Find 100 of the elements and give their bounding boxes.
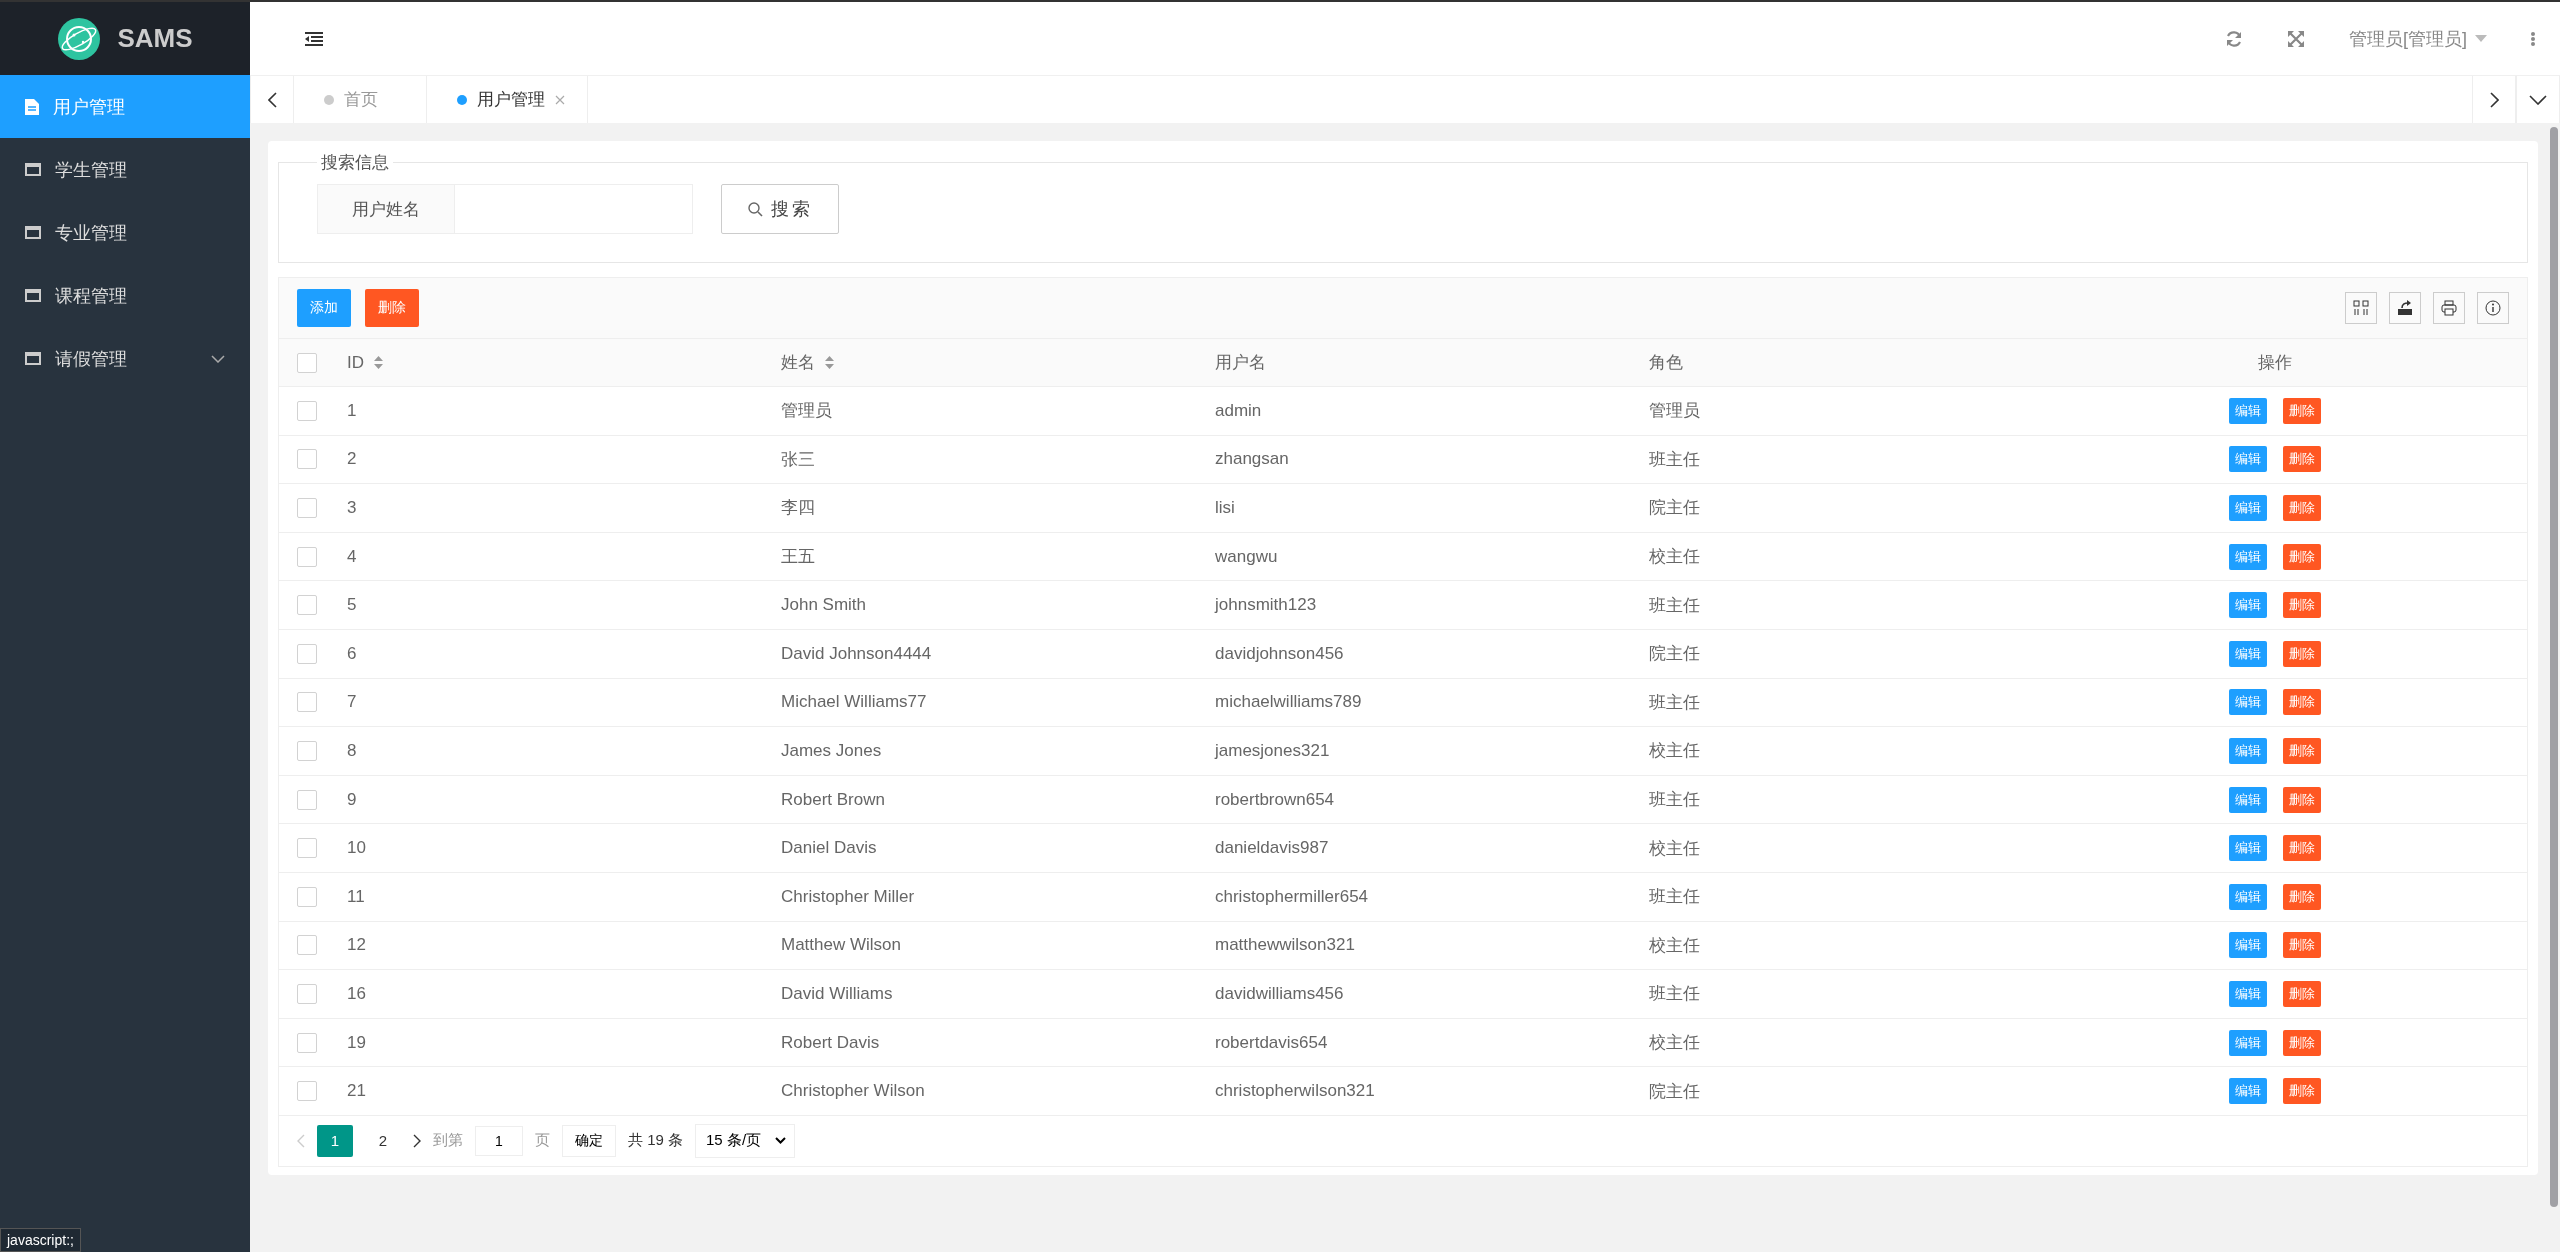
export-button[interactable] bbox=[2389, 292, 2421, 324]
row-checkbox[interactable] bbox=[297, 400, 317, 421]
prev-page-icon[interactable] bbox=[297, 1133, 305, 1148]
edit-button[interactable]: 编辑 bbox=[2229, 592, 2267, 619]
sidebar-item[interactable]: 学生管理 bbox=[0, 138, 250, 201]
table-cell-text: 管理员 bbox=[781, 400, 832, 423]
table-cell-text: 王五 bbox=[781, 546, 815, 569]
print-button[interactable] bbox=[2433, 292, 2465, 324]
window-icon bbox=[25, 226, 41, 239]
delete-button[interactable]: 删除 bbox=[2283, 495, 2321, 521]
table-cell-text: 校主任 bbox=[1649, 934, 1700, 957]
name-search-field[interactable]: 用户姓名 bbox=[317, 184, 693, 234]
table-cell-text: 班主任 bbox=[1649, 983, 1700, 1006]
table-cell-text: 班主任 bbox=[1649, 448, 1700, 471]
page-size-select[interactable]: 15 条/页 bbox=[695, 1123, 796, 1158]
edit-button[interactable]: 编辑 bbox=[2229, 397, 2267, 424]
edit-button[interactable]: 编辑 bbox=[2229, 543, 2267, 570]
delete-button[interactable]: 删除 bbox=[2283, 689, 2321, 716]
row-checkbox[interactable] bbox=[297, 740, 317, 761]
row-checkbox[interactable] bbox=[297, 498, 317, 518]
table-cell: Michael Williams77 bbox=[781, 692, 927, 713]
page-button[interactable]: 1 bbox=[317, 1124, 353, 1157]
delete-button[interactable]: 删除 bbox=[2283, 592, 2321, 619]
edit-button[interactable]: 编辑 bbox=[2229, 980, 2267, 1007]
table-cell: 19 bbox=[347, 1032, 366, 1053]
edit-button[interactable]: 编辑 bbox=[2229, 1078, 2267, 1105]
row-checkbox[interactable] bbox=[297, 886, 317, 907]
column-header[interactable]: ID bbox=[347, 352, 383, 373]
sidebar-item[interactable]: 用户管理 bbox=[0, 75, 250, 138]
window-icon bbox=[25, 163, 41, 176]
sort-icon bbox=[374, 356, 383, 369]
delete-button[interactable]: 删除 bbox=[2283, 1078, 2321, 1105]
delete-button[interactable]: 删除 bbox=[2283, 1029, 2321, 1056]
select-all-checkbox[interactable] bbox=[297, 352, 317, 373]
sidebar-item[interactable]: 请假管理 bbox=[0, 327, 250, 390]
table-cell: 12 bbox=[347, 935, 366, 956]
row-checkbox[interactable] bbox=[297, 595, 317, 616]
edit-button[interactable]: 编辑 bbox=[2229, 446, 2267, 473]
table-cell: 21 bbox=[347, 1081, 366, 1102]
row-checkbox[interactable] bbox=[297, 692, 317, 713]
row-checkbox[interactable] bbox=[297, 643, 317, 664]
delete-button[interactable]: 删除 bbox=[2283, 446, 2321, 473]
edit-button[interactable]: 编辑 bbox=[2229, 495, 2267, 521]
page-button[interactable]: 2 bbox=[365, 1124, 401, 1157]
table-cell: christophermiller654 bbox=[1215, 886, 1369, 907]
delete-button[interactable]: 删除 bbox=[2283, 786, 2321, 813]
delete-button[interactable]: 删除 bbox=[2283, 397, 2321, 424]
delete-button[interactable]: 删除 bbox=[2283, 932, 2321, 959]
table-cell: michaelwilliams789 bbox=[1215, 692, 1362, 713]
edit-button[interactable]: 编辑 bbox=[2229, 737, 2267, 764]
edit-button[interactable]: 编辑 bbox=[2229, 1029, 2267, 1056]
row-checkbox[interactable] bbox=[297, 546, 317, 567]
delete-button[interactable]: 删除 bbox=[2283, 543, 2321, 570]
menu-icon[interactable] bbox=[305, 31, 323, 46]
info-icon bbox=[2485, 300, 2501, 316]
more-icon[interactable] bbox=[2531, 31, 2535, 46]
close-icon[interactable] bbox=[555, 94, 565, 105]
table-cell: christopherwilson321 bbox=[1215, 1081, 1375, 1102]
row-checkbox[interactable] bbox=[297, 983, 317, 1004]
confirm-button[interactable]: 确定 bbox=[562, 1124, 616, 1157]
row-checkbox[interactable] bbox=[297, 1032, 317, 1053]
delete-button[interactable]: 删除 bbox=[2283, 835, 2321, 862]
delete-button[interactable]: 删除 bbox=[2283, 640, 2321, 667]
row-checkbox[interactable] bbox=[297, 1081, 317, 1102]
delete-button[interactable]: 删除 bbox=[365, 289, 419, 327]
row-checkbox[interactable] bbox=[297, 789, 317, 810]
search-button[interactable]: 搜索 bbox=[721, 184, 839, 234]
row-checkbox[interactable] bbox=[297, 838, 317, 859]
brand-name: SAMS bbox=[117, 23, 193, 54]
table-cell-text: 院主任 bbox=[1649, 497, 1700, 520]
row-checkbox[interactable] bbox=[297, 449, 317, 470]
table-cell: jamesjones321 bbox=[1215, 740, 1330, 761]
next-page-icon[interactable] bbox=[413, 1133, 421, 1148]
edit-button[interactable]: 编辑 bbox=[2229, 640, 2267, 667]
sidebar-item[interactable]: 课程管理 bbox=[0, 264, 250, 327]
sidebar-item[interactable]: 专业管理 bbox=[0, 201, 250, 264]
table-cell-text: 班主任 bbox=[1649, 594, 1700, 617]
delete-button[interactable]: 删除 bbox=[2283, 737, 2321, 764]
delete-button[interactable]: 删除 bbox=[2283, 980, 2321, 1007]
edit-button[interactable]: 编辑 bbox=[2229, 932, 2267, 959]
column-header[interactable]: 姓名 bbox=[781, 351, 834, 374]
columns-button[interactable] bbox=[2345, 292, 2377, 324]
edit-button[interactable]: 编辑 bbox=[2229, 835, 2267, 862]
edit-button[interactable]: 编辑 bbox=[2229, 786, 2267, 813]
window-icon bbox=[25, 352, 41, 365]
row-checkbox[interactable] bbox=[297, 935, 317, 956]
edit-button[interactable]: 编辑 bbox=[2229, 689, 2267, 716]
delete-button[interactable]: 删除 bbox=[2283, 883, 2321, 910]
table-cell-text: 院主任 bbox=[1649, 1080, 1700, 1103]
user-menu[interactable]: 管理员[管理员] bbox=[2349, 26, 2487, 51]
table-cell-text: 班主任 bbox=[1649, 789, 1700, 812]
add-button[interactable]: 添加 bbox=[297, 289, 351, 327]
table-cell: Christopher Miller bbox=[781, 886, 915, 907]
refresh-icon[interactable] bbox=[2225, 29, 2243, 48]
scrollbar[interactable] bbox=[2550, 127, 2558, 1207]
edit-button[interactable]: 编辑 bbox=[2229, 883, 2267, 910]
table-cell-text: 校主任 bbox=[1649, 837, 1700, 860]
fullscreen-icon[interactable] bbox=[2287, 29, 2305, 48]
info-button[interactable] bbox=[2477, 292, 2509, 324]
page-number-field[interactable]: 1 bbox=[475, 1125, 523, 1156]
